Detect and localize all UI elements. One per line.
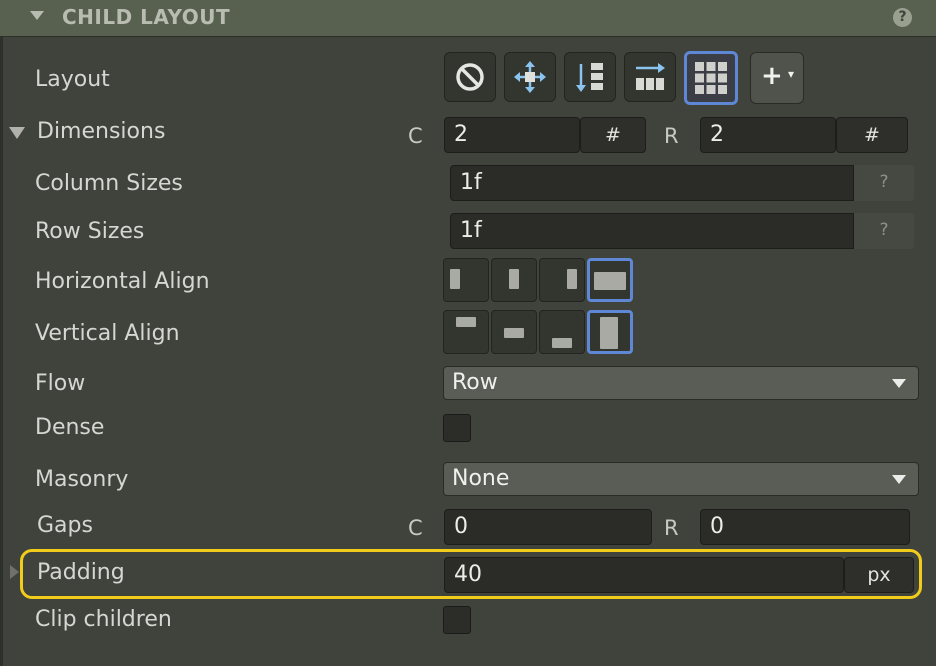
align-top-icon <box>456 317 476 327</box>
flow-select-value: Row <box>452 370 498 395</box>
padding-highlight-outline <box>20 549 922 599</box>
align-bottom-icon <box>552 338 572 348</box>
clip-children-checkbox[interactable] <box>443 606 471 634</box>
dimensions-col-input[interactable]: 2 <box>444 117 580 153</box>
dropdown-dot-icon: ▾ <box>788 67 795 81</box>
layout-label: Layout <box>35 67 110 92</box>
align-middle-icon <box>504 328 524 338</box>
chevron-down-icon <box>892 379 906 388</box>
h-align-end-button[interactable] <box>539 258 585 302</box>
padding-expand-triangle-icon[interactable] <box>10 565 19 579</box>
align-left-icon <box>450 269 460 289</box>
align-center-icon <box>509 269 519 289</box>
dimensions-label: Dimensions <box>37 119 166 144</box>
dimensions-row-input[interactable]: 2 <box>700 117 836 153</box>
v-align-end-button[interactable] <box>539 310 585 354</box>
collapse-triangle-icon[interactable] <box>30 11 44 20</box>
gaps-col-input[interactable]: 0 <box>444 509 652 545</box>
dimensions-col-unit-button[interactable]: # <box>580 117 646 153</box>
masonry-select[interactable]: None <box>443 462 919 496</box>
plus-icon: + <box>761 61 783 91</box>
layout-column-button[interactable] <box>564 52 616 102</box>
dense-label: Dense <box>35 415 105 440</box>
dimensions-row-unit-button[interactable]: # <box>836 117 908 153</box>
vertical-align-label: Vertical Align <box>35 321 180 346</box>
v-align-center-button[interactable] <box>491 310 537 354</box>
masonry-select-value: None <box>452 466 510 491</box>
none-icon <box>456 63 484 91</box>
gaps-row-input[interactable]: 0 <box>700 509 910 545</box>
chevron-down-icon <box>892 475 906 484</box>
dimensions-expand-triangle-icon[interactable] <box>9 127 25 139</box>
layout-none-button[interactable] <box>444 52 496 102</box>
move-icon <box>514 61 546 93</box>
h-align-center-button[interactable] <box>491 258 537 302</box>
grid-icon <box>695 62 727 94</box>
gaps-row-label: R <box>664 516 679 540</box>
align-right-icon <box>567 269 577 289</box>
layout-row-button[interactable] <box>624 52 676 102</box>
row-sizes-help-icon[interactable]: ? <box>854 213 914 249</box>
section-header[interactable]: CHILD LAYOUT ? <box>0 0 936 37</box>
flow-select[interactable]: Row <box>443 366 919 400</box>
flow-label: Flow <box>35 371 86 396</box>
gaps-col-label: C <box>408 516 423 540</box>
h-align-stretch-button[interactable] <box>587 258 633 302</box>
align-stretch-horizontal-icon <box>594 272 626 290</box>
row-flow-icon <box>636 63 665 90</box>
dimensions-row-label: R <box>664 124 679 148</box>
row-sizes-input[interactable]: 1f <box>450 213 854 249</box>
help-icon[interactable]: ? <box>893 8 912 27</box>
column-stack-icon <box>576 63 603 92</box>
layout-grid-button[interactable] <box>684 51 738 105</box>
layout-move-button[interactable] <box>504 52 556 102</box>
section-title: CHILD LAYOUT <box>62 5 231 29</box>
gaps-label: Gaps <box>37 513 93 538</box>
dimensions-col-label: C <box>408 124 423 148</box>
add-layout-button[interactable]: + ▾ <box>750 52 804 104</box>
row-sizes-label: Row Sizes <box>35 219 145 244</box>
v-align-stretch-button[interactable] <box>587 310 633 354</box>
column-sizes-label: Column Sizes <box>35 171 183 196</box>
clip-children-label: Clip children <box>35 607 172 632</box>
masonry-label: Masonry <box>35 467 129 492</box>
h-align-start-button[interactable] <box>443 258 489 302</box>
column-sizes-input[interactable]: 1f <box>450 165 854 201</box>
v-align-start-button[interactable] <box>443 310 489 354</box>
align-stretch-vertical-icon <box>600 317 618 349</box>
horizontal-align-label: Horizontal Align <box>35 269 210 294</box>
column-sizes-help-icon[interactable]: ? <box>854 165 914 201</box>
dense-checkbox[interactable] <box>443 414 471 442</box>
